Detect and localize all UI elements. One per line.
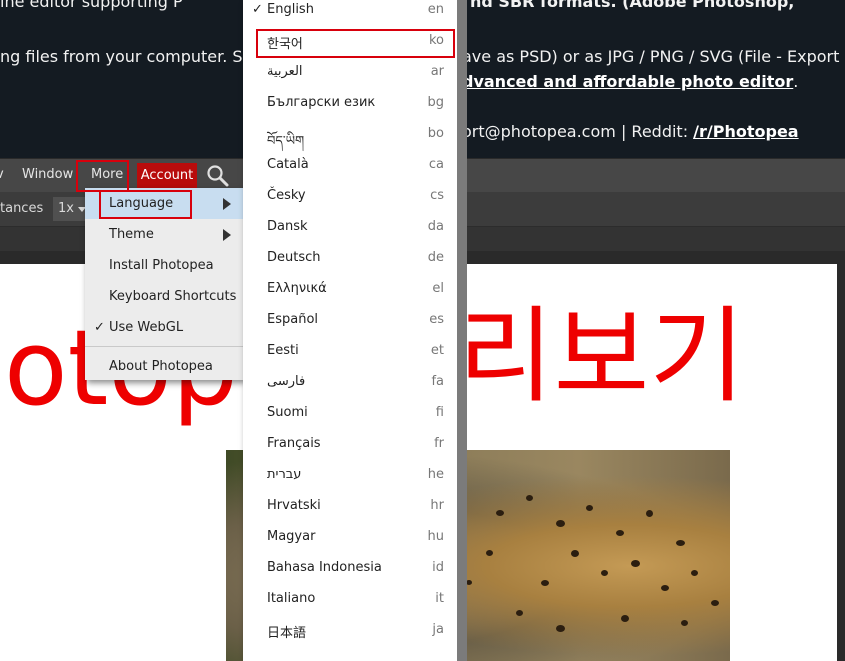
- menu-divider: [85, 346, 245, 347]
- language-item-en[interactable]: ✓ English en: [243, 0, 457, 28]
- language-item-hu[interactable]: Magyar hu: [243, 524, 457, 555]
- language-item-el[interactable]: Ελληνικά el: [243, 276, 457, 307]
- menu-item-webgl[interactable]: ✓ Use WebGL: [85, 312, 245, 343]
- language-item-id[interactable]: Bahasa Indonesia id: [243, 555, 457, 586]
- language-code: id: [432, 560, 444, 575]
- language-name: 日本語: [267, 626, 307, 641]
- language-name: Български език: [267, 95, 376, 110]
- language-code: ja: [432, 622, 444, 637]
- language-code: he: [427, 467, 444, 482]
- language-item-fa[interactable]: فارسی fa: [243, 369, 457, 400]
- language-code: bo: [427, 126, 444, 141]
- banner-line-1: ine editor supporting P: [0, 0, 183, 11]
- language-menu: ✓ English en 한국어 ko العربية ar Български език bg…: [243, 0, 457, 661]
- menu-item-install[interactable]: Install Photopea: [85, 250, 245, 281]
- language-item-hr[interactable]: Hrvatski hr: [243, 493, 457, 524]
- submenu-arrow-icon: [223, 229, 231, 241]
- zoom-select[interactable]: 1x: [53, 197, 89, 221]
- reddit-link[interactable]: /r/Photopea: [693, 122, 798, 141]
- language-item-fi[interactable]: Suomi fi: [243, 400, 457, 431]
- language-name: Magyar: [267, 529, 316, 544]
- language-code: hr: [430, 498, 444, 513]
- account-button[interactable]: Account: [137, 163, 197, 188]
- language-name: العربية: [267, 64, 303, 79]
- language-code: de: [427, 250, 444, 265]
- language-item-de[interactable]: Deutsch de: [243, 245, 457, 276]
- language-name: Español: [267, 312, 319, 327]
- language-name: Català: [267, 157, 309, 172]
- language-item-bo[interactable]: བོད་ཡིག bo: [243, 121, 457, 152]
- banner-period: .: [793, 72, 799, 91]
- language-code: it: [435, 591, 444, 606]
- zoom-value: 1x: [58, 201, 74, 216]
- language-code: cs: [430, 188, 444, 203]
- language-code: fa: [431, 374, 444, 389]
- submenu-arrow-icon: [223, 198, 231, 210]
- highlight-korean: [256, 29, 455, 58]
- check-icon: ✓: [252, 2, 263, 17]
- menu-window[interactable]: Window: [22, 167, 73, 182]
- menu-item-theme[interactable]: Theme: [85, 219, 245, 250]
- language-item-cs[interactable]: Česky cs: [243, 183, 457, 214]
- menu-item-about[interactable]: About Photopea: [85, 351, 245, 382]
- canvas-text-right: 리보기: [458, 295, 746, 417]
- language-item-et[interactable]: Eesti et: [243, 338, 457, 369]
- language-item-it[interactable]: Italiano it: [243, 586, 457, 617]
- language-code: el: [432, 281, 444, 296]
- language-item-ja[interactable]: 日本語 ja: [243, 617, 457, 648]
- language-item-da[interactable]: Dansk da: [243, 214, 457, 245]
- language-item-fr[interactable]: Français fr: [243, 431, 457, 462]
- menu-item-shortcuts[interactable]: Keyboard Shortcuts: [85, 281, 245, 312]
- banner-line-1b: nd SBR formats. (Adobe Photoshop,: [470, 0, 795, 11]
- language-code: fi: [435, 405, 444, 420]
- language-name: Ελληνικά: [267, 281, 327, 296]
- support-email: ort@photopea.com | Reddit:: [462, 122, 694, 141]
- language-name: Français: [267, 436, 321, 451]
- language-name: Bahasa Indonesia: [267, 560, 382, 575]
- language-item-ca[interactable]: Català ca: [243, 152, 457, 183]
- language-name: Suomi: [267, 405, 308, 420]
- language-code: en: [427, 2, 444, 17]
- menu-view[interactable]: v: [0, 167, 4, 182]
- language-code: ca: [428, 157, 444, 172]
- language-name: Česky: [267, 188, 306, 203]
- language-name: فارسی: [267, 374, 306, 389]
- scrollbar[interactable]: [457, 0, 467, 661]
- language-code: es: [429, 312, 444, 327]
- banner-line-2: ng files from your computer. Sa: [0, 47, 253, 66]
- language-code: hu: [427, 529, 444, 544]
- highlight-language: [99, 190, 192, 219]
- highlight-more: [76, 160, 129, 192]
- editor-link[interactable]: dvanced and affordable photo editor: [462, 72, 793, 91]
- language-item-ar[interactable]: العربية ar: [243, 59, 457, 90]
- search-icon[interactable]: [206, 164, 230, 188]
- language-name: English: [267, 2, 314, 17]
- language-code: da: [427, 219, 444, 234]
- check-icon: ✓: [94, 320, 105, 335]
- language-item-he[interactable]: עברית he: [243, 462, 457, 493]
- language-name: Deutsch: [267, 250, 321, 265]
- language-code: et: [430, 343, 444, 358]
- language-code: bg: [427, 95, 444, 110]
- language-code: ar: [430, 64, 444, 79]
- language-name: Dansk: [267, 219, 308, 234]
- language-name: Hrvatski: [267, 498, 321, 513]
- language-item-bg[interactable]: Български език bg: [243, 90, 457, 121]
- language-name: עברית: [267, 467, 302, 482]
- distances-label: tances: [0, 201, 44, 216]
- banner-line-2b: ave as PSD) or as JPG / PNG / SVG (File …: [462, 47, 845, 66]
- language-name: Eesti: [267, 343, 299, 358]
- language-name: Italiano: [267, 591, 316, 606]
- language-code: fr: [434, 436, 444, 451]
- language-item-es[interactable]: Español es: [243, 307, 457, 338]
